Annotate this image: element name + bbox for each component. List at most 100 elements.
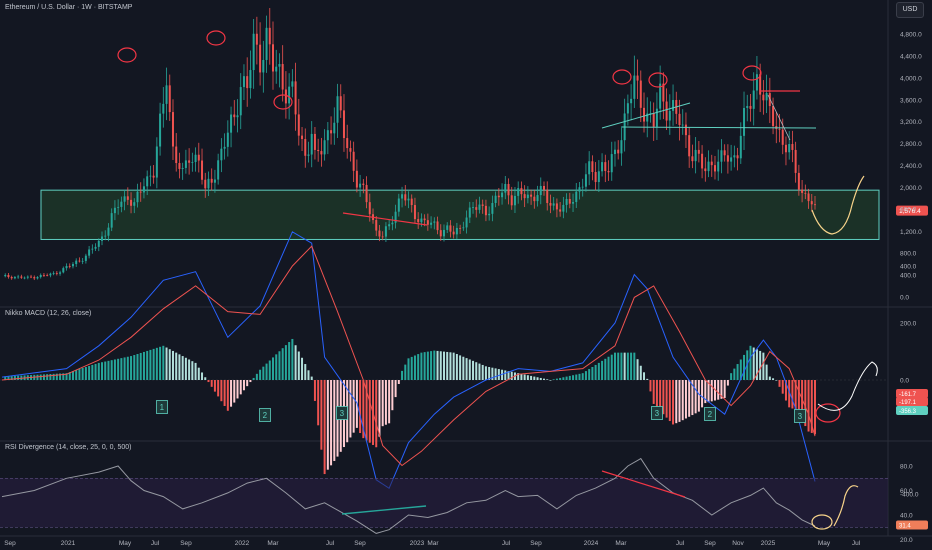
candle-body (513, 195, 516, 206)
candle-body (475, 207, 478, 210)
macd-bottom-circle (815, 403, 841, 423)
macd-histogram-bar (697, 380, 700, 412)
candle-body (375, 220, 378, 231)
macd-histogram-bar (613, 352, 616, 380)
candle-body (159, 113, 162, 147)
macd-histogram-bar (481, 364, 484, 380)
candle-body (201, 160, 204, 180)
price-tick-label: 3,200.0 (900, 119, 922, 126)
candle-body (739, 135, 742, 159)
candle-body (594, 171, 597, 183)
candle-body (288, 86, 291, 104)
macd-histogram-bar (633, 352, 636, 380)
currency-button[interactable]: USD (896, 2, 924, 18)
macd-value-badge: -161.7 (896, 389, 928, 398)
candle-body (404, 194, 407, 201)
macd-histogram-bar (542, 378, 546, 380)
macd-histogram-bar (146, 350, 149, 380)
candle-body (555, 203, 558, 210)
macd-histogram-bar (546, 379, 549, 380)
macd-histogram-bar (643, 372, 646, 380)
macd-histogram-bar (242, 380, 245, 391)
candle-body (604, 162, 607, 172)
symbol-title: Ethereum / U.S. Dollar · 1W · BITSTAMP (5, 4, 133, 11)
candle-body (75, 260, 78, 265)
candle-body (281, 64, 284, 90)
candle-body (730, 157, 733, 162)
candle-body (636, 75, 639, 81)
candle-body (697, 149, 700, 154)
macd-histogram-bar (184, 357, 187, 380)
candle-body (207, 178, 210, 189)
macd-histogram-bar (107, 360, 110, 380)
candle-body (59, 272, 62, 274)
candle-body (33, 277, 36, 279)
rsi-pane-title: RSI Divergence (14, close, 25, 0, 0, 500… (5, 444, 132, 451)
macd-histogram-bar (226, 380, 229, 411)
wave-number-marker: 2 (259, 408, 271, 422)
candle-body (542, 185, 546, 190)
macd-histogram-bar (568, 375, 571, 380)
macd-histogram-bar (688, 380, 691, 417)
chart-canvas[interactable]: 4,800.0 4,400.0 4,000.0 3,600.0 3,200.0 2,800… (0, 0, 932, 550)
macd-histogram-bar (772, 378, 775, 380)
macd-histogram-bar (217, 380, 220, 397)
candle-body (101, 236, 104, 241)
macd-histogram-bar (149, 349, 152, 380)
candle-body (530, 194, 533, 197)
macd-histogram-bar (391, 380, 394, 411)
candle-body (668, 110, 671, 121)
candle-body (720, 150, 723, 162)
wave-marker-label: 3 (798, 412, 803, 421)
macd-histogram-bar (246, 380, 249, 387)
macd-histogram-bar (684, 380, 687, 419)
macd-histogram-bar (710, 380, 713, 402)
candle-body (94, 246, 97, 249)
candle-body (268, 27, 271, 45)
candle-body (146, 176, 149, 187)
macd-histogram-bar (536, 377, 539, 380)
macd-histogram-bar (78, 369, 81, 380)
macd-histogram-bar (368, 380, 371, 443)
candle-body (455, 227, 458, 235)
candle-body (81, 260, 84, 262)
macd-histogram-bar (494, 368, 497, 380)
candle-body (368, 202, 371, 215)
time-tick-label: Jul (502, 540, 511, 547)
macd-histogram-bar (639, 365, 642, 380)
macd-histogram-bar (610, 354, 613, 380)
candle-body (755, 74, 758, 91)
candle-body (249, 70, 252, 89)
candle-body (110, 213, 113, 228)
macd-histogram-bar (159, 346, 162, 380)
macd-value-badge: -197.1 (896, 397, 928, 406)
macd-histogram-bar (717, 380, 720, 400)
macd-histogram-bar (497, 369, 500, 380)
top-marker-circle (612, 69, 632, 85)
candle-body (107, 227, 110, 236)
macd-histogram-bar (213, 380, 216, 392)
time-tick-label: Mar (427, 540, 439, 547)
candle-body (342, 110, 345, 139)
candle-body (49, 273, 52, 276)
candle-body (772, 106, 775, 127)
candle-body (191, 161, 194, 163)
candle-body (762, 94, 765, 101)
macd-histogram-bar (581, 373, 584, 380)
macd-value-badge: -356.3 (896, 406, 928, 415)
wave-marker-label: 2 (263, 411, 268, 420)
candle-body (510, 195, 513, 206)
candle-body (65, 266, 68, 269)
candle-body (784, 144, 787, 153)
macd-histogram-bar (442, 351, 445, 380)
candle-body (546, 189, 549, 203)
macd-histogram-bar (201, 372, 204, 380)
time-tick-label: Jul (326, 540, 335, 547)
candle-body (462, 227, 465, 229)
price-tick-label: 4,400.0 (900, 53, 922, 60)
macd-histogram-bar (88, 365, 91, 380)
macd-histogram-bar (607, 356, 610, 380)
candle-body (417, 219, 420, 223)
candle-body (491, 203, 494, 214)
candle-body (26, 276, 29, 278)
